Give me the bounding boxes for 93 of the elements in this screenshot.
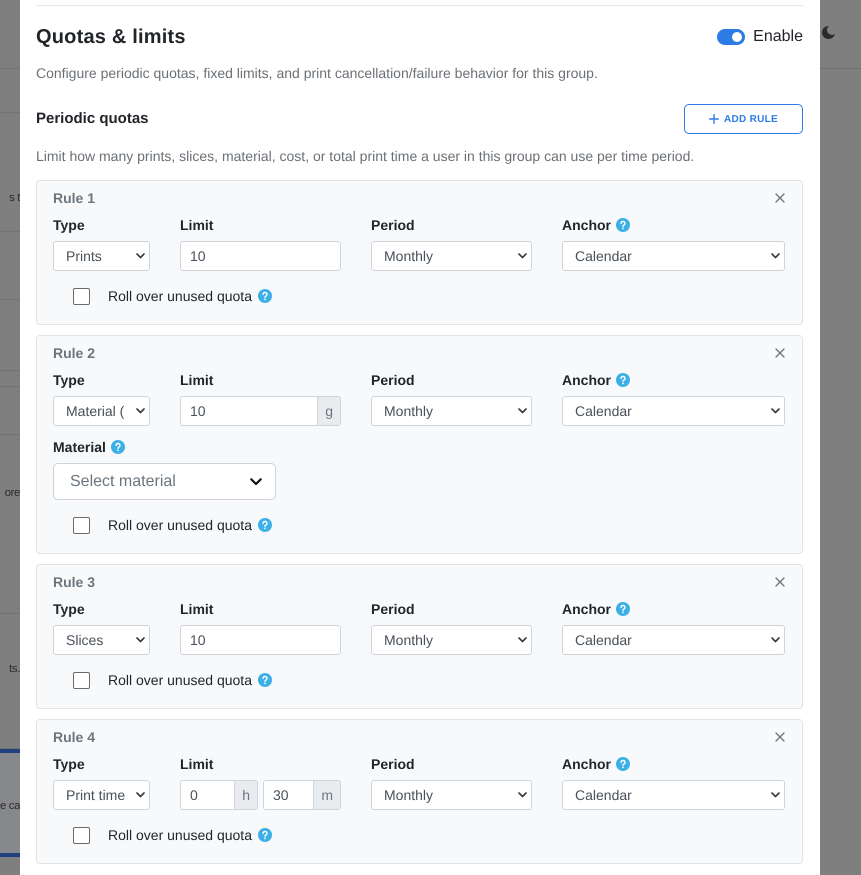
dimmed-page-text: ts. <box>9 662 20 676</box>
field-label: Period <box>371 216 415 235</box>
field-label: Limit <box>180 371 214 390</box>
dimmed-page-text: e ca <box>0 799 20 813</box>
limit-input[interactable]: 0 <box>180 780 236 810</box>
rule-title: Rule 4 <box>53 728 96 747</box>
type-select[interactable]: Slices <box>53 625 150 655</box>
field-label: Anchor <box>562 755 611 774</box>
help-icon[interactable] <box>616 757 630 771</box>
rollover-checkbox[interactable] <box>73 516 90 534</box>
switch-label: Enable <box>753 27 803 47</box>
remove-rule-button[interactable] <box>775 348 785 358</box>
help-icon[interactable] <box>616 373 630 387</box>
field-label: Limit <box>180 600 214 619</box>
chevron-down-icon <box>771 408 780 414</box>
type-select[interactable]: Material ( <box>53 396 150 426</box>
help-icon[interactable] <box>258 289 272 303</box>
anchor-select[interactable]: Calendar <box>562 241 785 271</box>
limit-input[interactable]: 10 <box>180 241 341 271</box>
field-label: Type <box>53 600 85 619</box>
period-select[interactable]: Monthly <box>371 241 532 271</box>
help-icon[interactable] <box>616 218 630 232</box>
field-label: Material <box>53 438 106 457</box>
field-label: Period <box>371 600 415 619</box>
chevron-down-icon <box>771 637 780 643</box>
anchor-select[interactable]: Calendar <box>562 780 785 810</box>
remove-rule-button[interactable] <box>775 577 785 587</box>
chevron-down-icon <box>518 408 527 414</box>
field-label: Anchor <box>562 600 611 619</box>
subsection-description: Limit how many prints, slices, material, cost, or total print time a user in this group can use per time period. <box>36 147 696 166</box>
help-icon[interactable] <box>258 828 272 842</box>
type-select[interactable]: Prints <box>53 241 150 271</box>
period-select[interactable]: Monthly <box>371 396 532 426</box>
add-rule-button[interactable]: ADD RULE <box>684 104 803 134</box>
field-label: Type <box>53 216 85 235</box>
plus-icon <box>708 114 719 124</box>
help-icon[interactable] <box>616 602 630 616</box>
help-icon[interactable] <box>110 440 125 454</box>
close-icon <box>775 577 785 587</box>
unit-addon: h <box>234 780 258 810</box>
chevron-down-icon <box>136 637 145 643</box>
chevron-down-icon <box>518 637 527 643</box>
chevron-down-icon <box>518 792 527 798</box>
remove-rule-button[interactable] <box>775 732 785 742</box>
close-icon <box>775 348 785 358</box>
subsection-title: Periodic quotas <box>36 109 149 129</box>
section-description: Configure periodic quotas, fixed limits, and print cancellation/failure behavior for this group. <box>36 64 599 83</box>
chevron-down-icon <box>136 253 145 259</box>
enable-switch[interactable] <box>717 29 746 45</box>
rule-title: Rule 2 <box>53 344 96 363</box>
field-label: Type <box>53 755 85 774</box>
checkbox-label: Roll over unused quota <box>108 287 252 306</box>
checkbox-label: Roll over unused quota <box>108 671 252 690</box>
rollover-checkbox[interactable] <box>73 672 90 688</box>
period-select[interactable]: Monthly <box>371 780 532 810</box>
limit-input[interactable]: 10 <box>180 396 318 426</box>
chevron-down-icon <box>250 478 262 486</box>
dimmed-page-text: s t <box>9 191 20 205</box>
help-icon[interactable] <box>258 673 272 687</box>
field-label: Anchor <box>562 371 611 390</box>
chevron-down-icon <box>518 253 527 259</box>
limit-input[interactable]: 30 <box>263 780 314 810</box>
rollover-checkbox[interactable] <box>73 288 90 304</box>
field-label: Period <box>371 371 415 390</box>
checkbox-label: Roll over unused quota <box>108 516 252 535</box>
help-icon[interactable] <box>258 518 272 532</box>
rule-title: Rule 3 <box>53 573 96 592</box>
chevron-down-icon <box>136 408 145 414</box>
period-select[interactable]: Monthly <box>371 625 532 655</box>
unit-addon: g <box>317 396 341 426</box>
field-label: Type <box>53 371 85 390</box>
chevron-down-icon <box>136 792 145 798</box>
field-label: Limit <box>180 216 214 235</box>
field-label: Limit <box>180 755 214 774</box>
material-select[interactable]: Select material <box>53 463 276 500</box>
anchor-select[interactable]: Calendar <box>562 396 785 426</box>
field-label: Period <box>371 755 415 774</box>
unit-addon: m <box>313 780 341 810</box>
chevron-down-icon <box>771 792 780 798</box>
moon-icon[interactable] <box>822 24 835 42</box>
chevron-down-icon <box>771 253 780 259</box>
rule-title: Rule 1 <box>53 189 96 208</box>
checkbox-label: Roll over unused quota <box>108 826 252 845</box>
limit-input[interactable]: 10 <box>180 625 341 655</box>
remove-rule-button[interactable] <box>775 193 785 203</box>
close-icon <box>775 193 785 203</box>
anchor-select[interactable]: Calendar <box>562 625 785 655</box>
close-icon <box>775 732 785 742</box>
type-select[interactable]: Print time <box>53 780 150 810</box>
rollover-checkbox[interactable] <box>73 826 90 844</box>
dimmed-page-text: ore <box>4 486 20 500</box>
section-title: Quotas & limits <box>36 25 186 50</box>
field-label: Anchor <box>562 216 611 235</box>
